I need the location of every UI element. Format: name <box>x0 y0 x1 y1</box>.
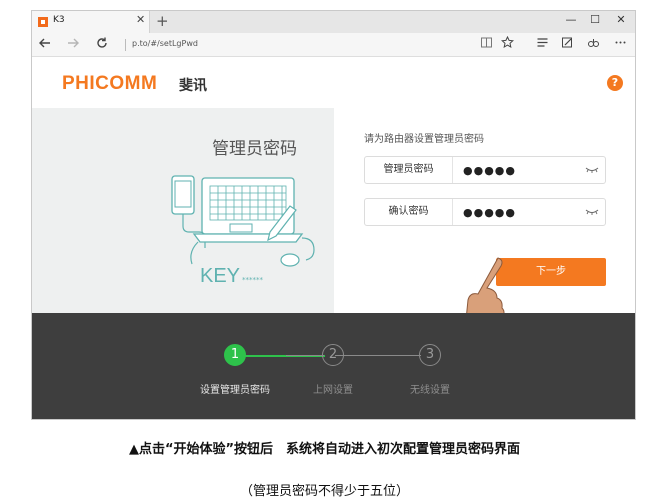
step-connector-active <box>244 355 286 357</box>
close-tab-icon[interactable]: ✕ <box>136 13 145 26</box>
setup-progress-steps: 1 2 3 设置管理员密码 上网设置 无线设置 <box>32 313 635 419</box>
password-form: 请为路由器设置管理员密码 管理员密码 ●●●●● 确认密码 ●●●●● 下一步 <box>334 108 635 344</box>
admin-password-label: 管理员密码 <box>365 157 453 183</box>
browser-window: K3 ✕ + — ☐ ✕ p.to/#/setLgPwd PHICOMM 斐讯 … <box>31 10 636 420</box>
step-2-indicator: 2 <box>322 344 344 366</box>
step-connector <box>335 355 421 356</box>
admin-password-field[interactable]: 管理员密码 ●●●●● <box>364 156 606 184</box>
new-tab-button[interactable]: + <box>156 11 169 31</box>
web-note-icon[interactable] <box>559 36 575 52</box>
confirm-password-label: 确认密码 <box>365 199 453 225</box>
url-field[interactable]: p.to/#/setLgPwd <box>132 39 198 48</box>
more-icon[interactable] <box>612 36 628 52</box>
step-1-indicator: 1 <box>224 344 246 366</box>
window-close-icon[interactable]: ✕ <box>614 13 628 26</box>
share-icon[interactable] <box>585 36 601 52</box>
step-1-label: 设置管理员密码 <box>200 385 270 396</box>
favorite-star-icon[interactable] <box>499 35 515 52</box>
minimize-icon[interactable]: — <box>564 13 578 26</box>
confirm-password-value[interactable]: ●●●●● <box>463 206 516 219</box>
help-icon[interactable]: ? <box>607 75 623 91</box>
url-separator <box>125 39 126 51</box>
phicomm-logo-cn: 斐讯 <box>179 78 207 94</box>
forward-icon[interactable] <box>65 36 81 54</box>
step-3-indicator: 3 <box>419 344 441 366</box>
key-stars-text: ****** <box>242 276 264 284</box>
step-2-label: 上网设置 <box>313 385 353 396</box>
router-setup-page: PHICOMM 斐讯 ? 管理员密码 KEY ****** 请为路由器设置管理员… <box>32 58 635 419</box>
phicomm-favicon-icon <box>38 17 48 27</box>
step-3-label: 无线设置 <box>410 385 450 396</box>
tab-title: K3 <box>53 15 65 25</box>
back-icon[interactable] <box>37 36 53 54</box>
hide-password-icon[interactable] <box>585 165 599 175</box>
maximize-icon[interactable]: ☐ <box>588 13 602 26</box>
tab-strip: K3 ✕ + — ☐ ✕ <box>32 11 635 33</box>
refresh-icon[interactable] <box>94 36 110 54</box>
form-prompt: 请为路由器设置管理员密码 <box>364 134 484 145</box>
hide-password-icon[interactable] <box>585 207 599 217</box>
admin-password-value[interactable]: ●●●●● <box>463 164 516 177</box>
address-bar-row: p.to/#/setLgPwd <box>32 33 635 57</box>
hub-icon[interactable] <box>534 36 550 52</box>
key-text: KEY <box>200 265 240 287</box>
phicomm-logo: PHICOMM <box>62 73 158 94</box>
laptop-phone-key-illustration-icon: KEY ****** <box>171 175 315 287</box>
confirm-password-field[interactable]: 确认密码 ●●●●● <box>364 198 606 226</box>
browser-tab[interactable]: K3 ✕ <box>32 11 150 33</box>
caption-sub: （管理员密码不得少于五位） <box>239 484 409 499</box>
illustration-panel: 管理员密码 KEY ****** <box>32 108 334 313</box>
caption-main: ▲点击“开始体验”按钮后 系统将自动进入初次配置管理员密码界面 <box>128 442 521 457</box>
panel-title: 管理员密码 <box>212 139 297 159</box>
reading-view-icon[interactable] <box>478 36 494 52</box>
